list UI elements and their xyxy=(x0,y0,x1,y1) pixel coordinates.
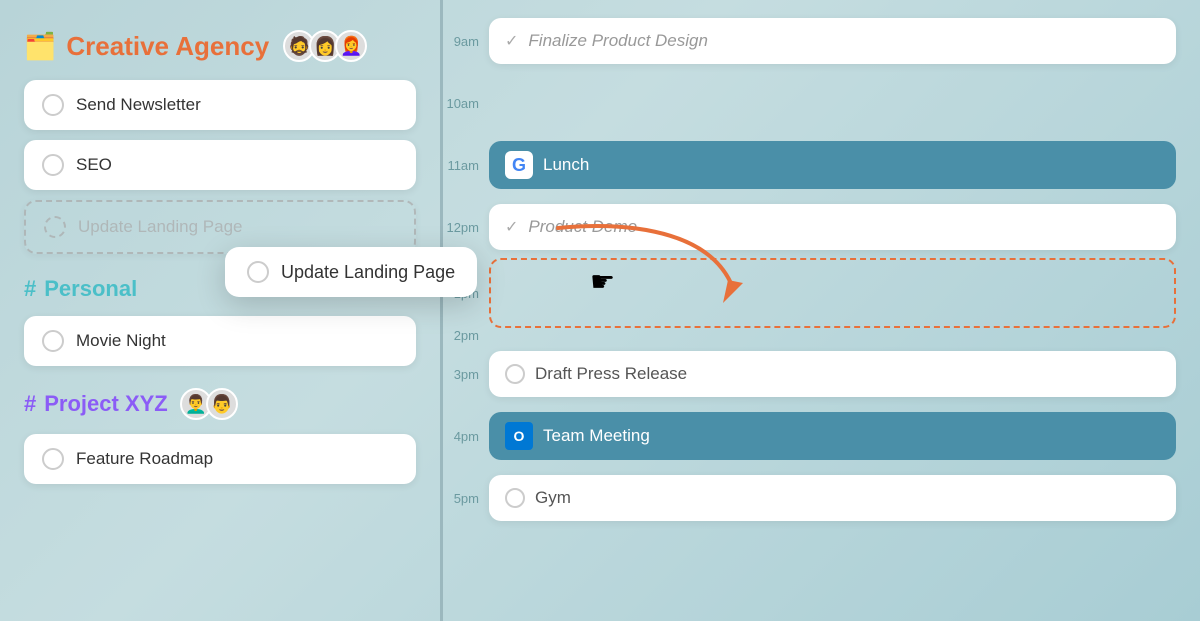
event-gym[interactable]: Gym xyxy=(489,475,1176,521)
task-checkbox-seo[interactable] xyxy=(42,154,64,176)
task-label-seo: SEO xyxy=(76,155,112,175)
creative-agency-title: Creative Agency xyxy=(66,31,269,62)
outlook-icon: O xyxy=(505,422,533,450)
event-check-finalize: ✓ xyxy=(505,31,518,51)
project-xyz-avatars: 👨‍🦱 👨 xyxy=(180,388,238,420)
task-seo[interactable]: SEO xyxy=(24,140,416,190)
time-12pm: 12pm xyxy=(443,220,489,235)
floating-task-checkbox[interactable] xyxy=(247,261,269,283)
time-11am: 11am xyxy=(443,158,489,173)
event-team-meeting[interactable]: O Team Meeting xyxy=(489,412,1176,460)
calendar-row-11am: 11am G Lunch xyxy=(443,134,1176,196)
task-label-update-landing-ghost: Update Landing Page xyxy=(78,217,242,237)
event-finalize-product-design[interactable]: ✓ Finalize Product Design xyxy=(489,18,1176,64)
event-label-team-meeting: Team Meeting xyxy=(543,426,650,446)
event-draft-press-release[interactable]: Draft Press Release xyxy=(489,351,1176,397)
event-check-product-demo: ✓ xyxy=(505,217,518,237)
task-movie-night[interactable]: Movie Night xyxy=(24,316,416,366)
task-checkbox-update-landing-ghost xyxy=(44,216,66,238)
time-5pm: 5pm xyxy=(443,491,489,506)
task-label-feature-roadmap: Feature Roadmap xyxy=(76,449,213,469)
project-xyz-title: Project XYZ xyxy=(44,391,167,417)
event-checkbox-gym[interactable] xyxy=(505,488,525,508)
project-xyz-hash-icon: # xyxy=(24,391,36,417)
time-4pm: 4pm xyxy=(443,429,489,444)
task-checkbox-send-newsletter[interactable] xyxy=(42,94,64,116)
time-3pm: 3pm xyxy=(443,367,489,382)
personal-hash-icon: # xyxy=(24,276,36,302)
calendar-row-9am: 9am ✓ Finalize Product Design xyxy=(443,10,1176,72)
event-label-draft: Draft Press Release xyxy=(535,364,687,384)
time-2pm: 2pm xyxy=(443,328,489,343)
event-label-finalize: Finalize Product Design xyxy=(528,31,708,51)
event-label-lunch: Lunch xyxy=(543,155,589,175)
right-panel: 9am ✓ Finalize Product Design 10am 11am … xyxy=(443,0,1200,621)
personal-section-title: Personal xyxy=(44,276,137,302)
calendar-row-3pm: 3pm Draft Press Release xyxy=(443,343,1176,405)
event-lunch[interactable]: G Lunch xyxy=(489,141,1176,189)
task-label-movie-night: Movie Night xyxy=(76,331,166,351)
project-xyz-header: # Project XYZ 👨‍🦱 👨 xyxy=(24,388,416,420)
creative-agency-avatars: 🧔 👩 👩‍🦰 xyxy=(283,30,367,62)
task-feature-roadmap[interactable]: Feature Roadmap xyxy=(24,434,416,484)
task-checkbox-movie-night[interactable] xyxy=(42,330,64,352)
floating-task-update-landing[interactable]: Update Landing Page xyxy=(225,247,477,297)
event-checkbox-draft[interactable] xyxy=(505,364,525,384)
google-icon: G xyxy=(505,151,533,179)
task-checkbox-feature-roadmap[interactable] xyxy=(42,448,64,470)
event-label-product-demo: Product Demo xyxy=(528,217,637,237)
creative-agency-header: 🗂️ Creative Agency 🧔 👩 👩‍🦰 xyxy=(24,30,416,62)
calendar-row-2pm: 2pm xyxy=(443,328,1176,343)
floating-task-label: Update Landing Page xyxy=(281,262,455,283)
calendar-row-10am: 10am xyxy=(443,72,1176,134)
task-send-newsletter[interactable]: Send Newsletter xyxy=(24,80,416,130)
creative-agency-icon: 🗂️ xyxy=(24,31,56,62)
calendar-row-4pm: 4pm O Team Meeting xyxy=(443,405,1176,467)
calendar-row-1pm: 1pm xyxy=(443,258,1176,328)
calendar-row-12pm: 12pm ✓ Product Demo xyxy=(443,196,1176,258)
time-10am: 10am xyxy=(443,96,489,111)
time-9am: 9am xyxy=(443,34,489,49)
drop-zone-1pm[interactable] xyxy=(489,258,1176,328)
task-label-send-newsletter: Send Newsletter xyxy=(76,95,201,115)
avatar-3: 👩‍🦰 xyxy=(335,30,367,62)
event-product-demo[interactable]: ✓ Product Demo xyxy=(489,204,1176,250)
calendar-row-5pm: 5pm Gym xyxy=(443,467,1176,529)
task-update-landing-ghost: Update Landing Page xyxy=(24,200,416,254)
event-label-gym: Gym xyxy=(535,488,571,508)
avatar-xyz-2: 👨 xyxy=(206,388,238,420)
left-panel: 🗂️ Creative Agency 🧔 👩 👩‍🦰 Send Newslett… xyxy=(0,0,440,621)
